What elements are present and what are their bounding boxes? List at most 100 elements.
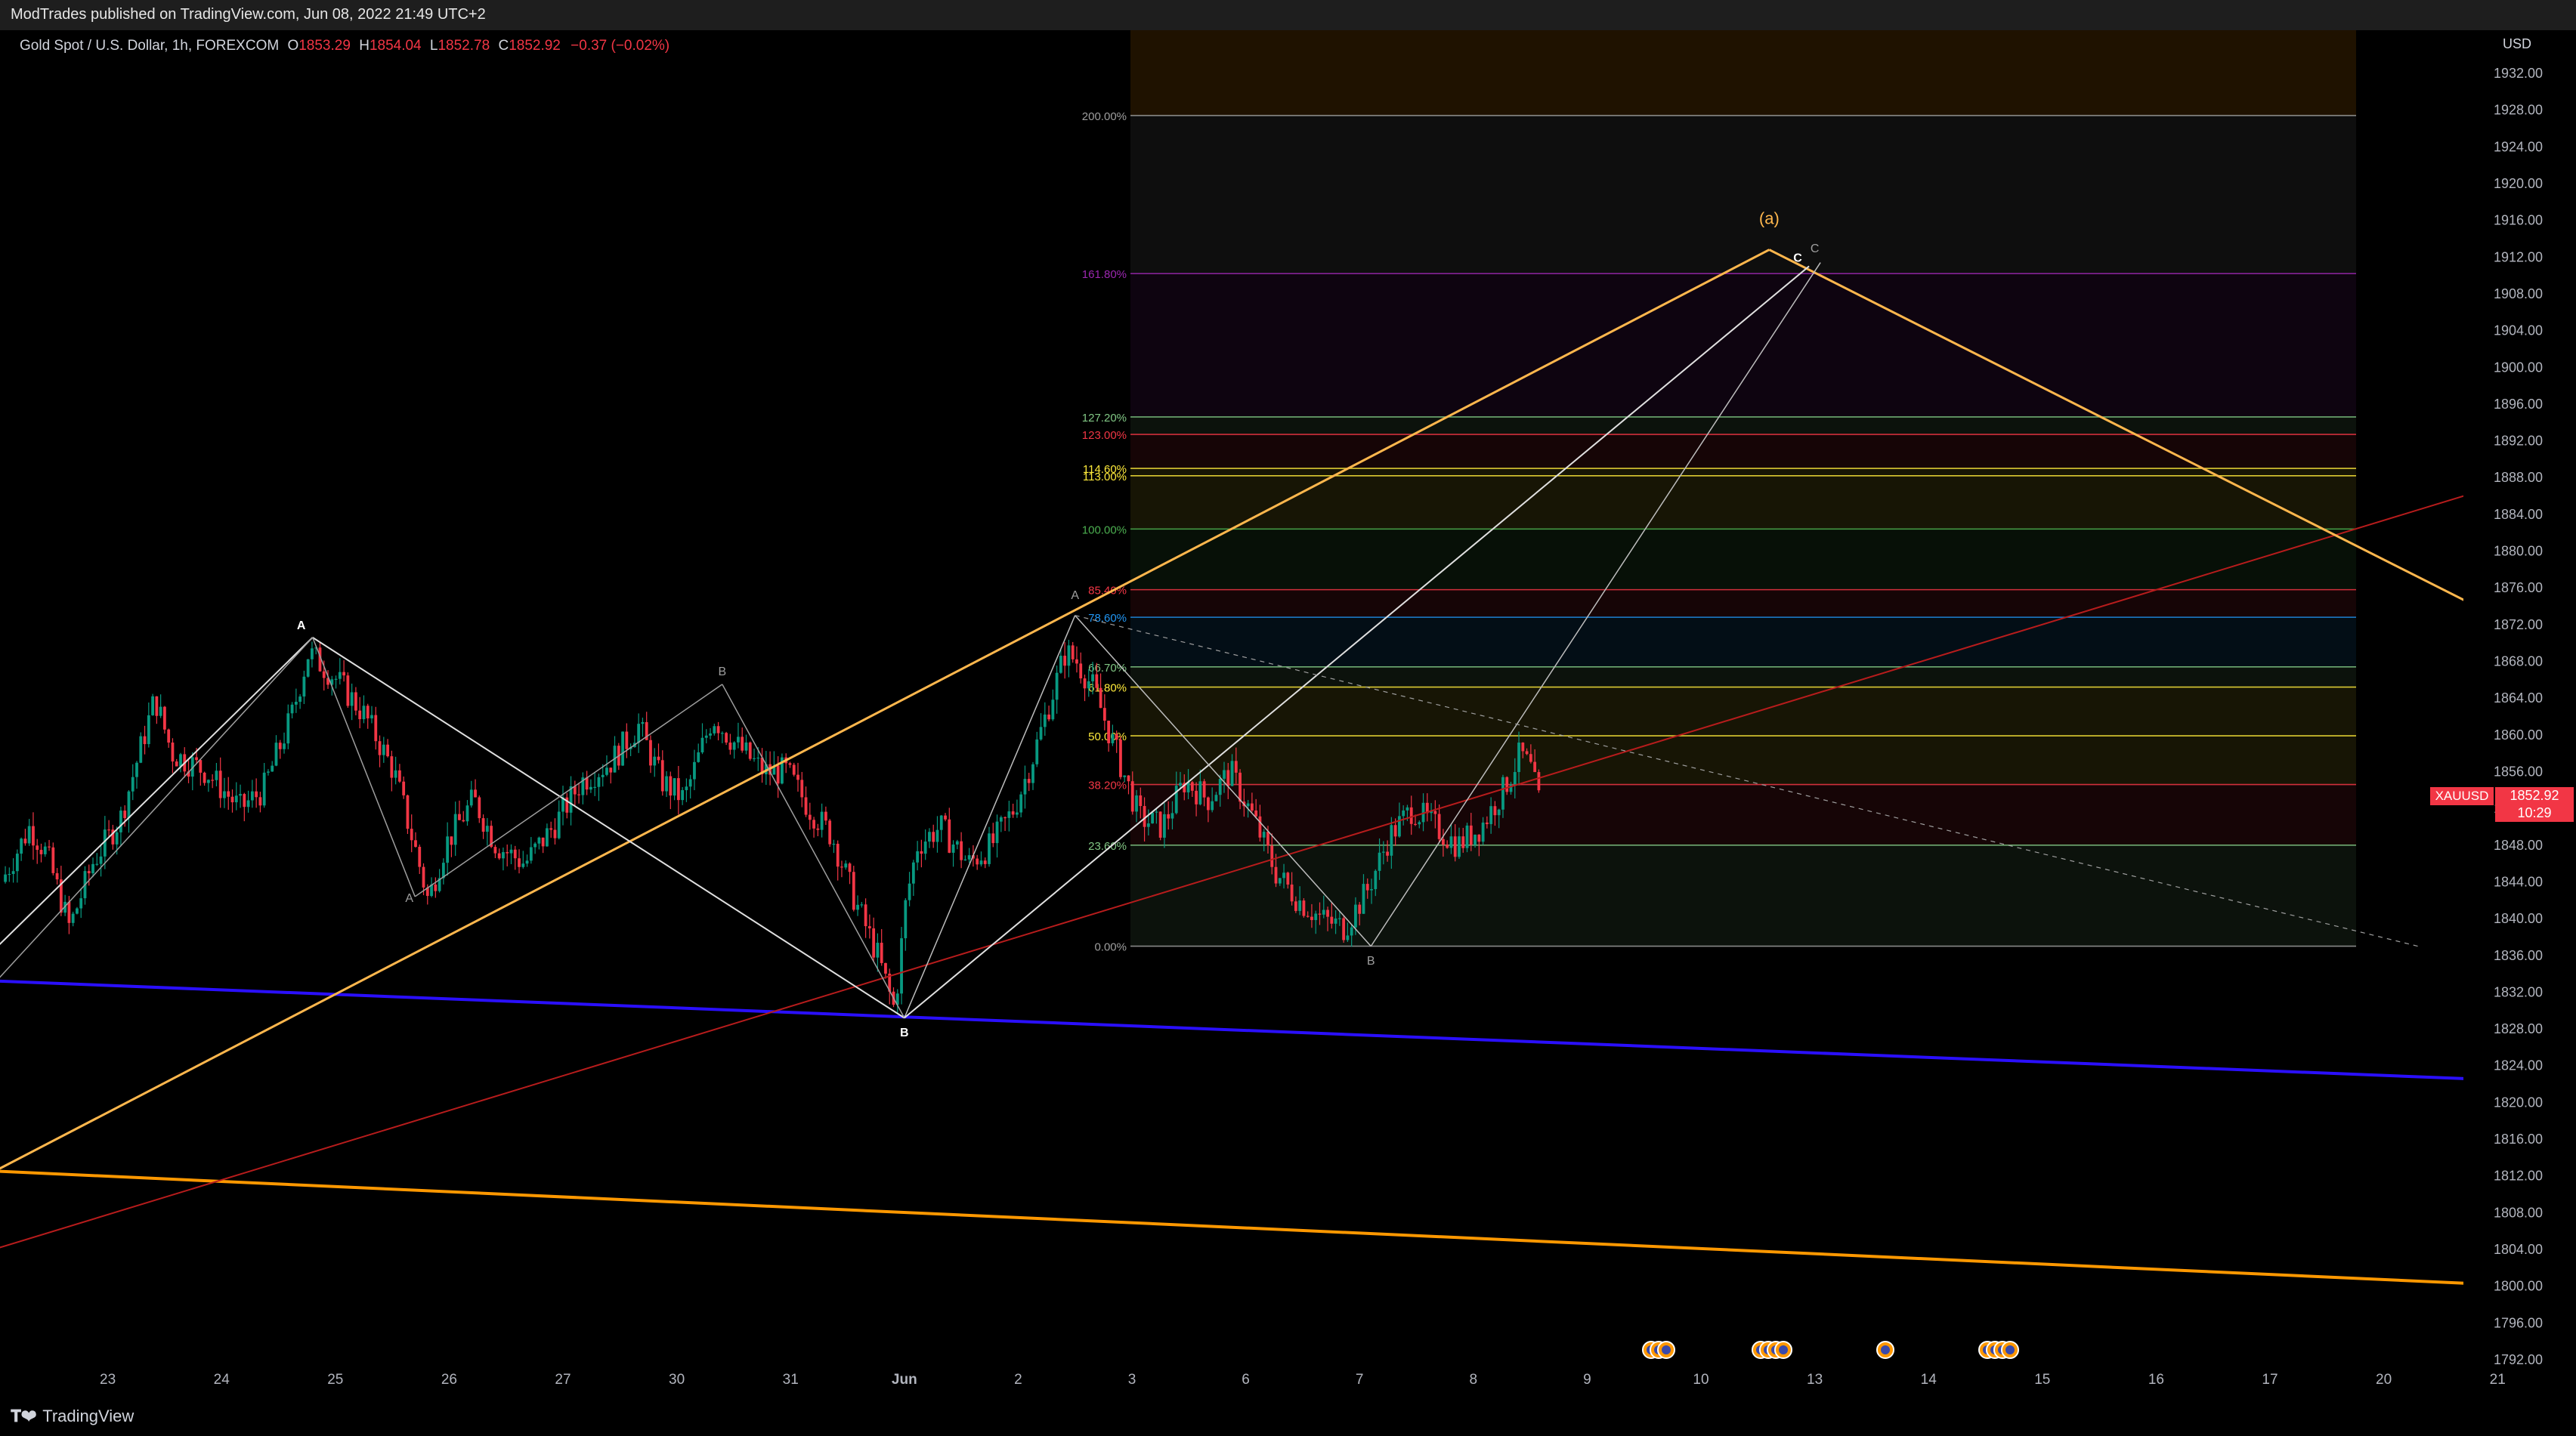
candle-body: [362, 706, 366, 720]
price-axis-tick: 1924.00: [2494, 139, 2543, 154]
candle-body: [888, 973, 892, 992]
candle-body: [872, 928, 876, 958]
candle-body: [904, 900, 908, 939]
candle-body: [338, 672, 342, 679]
candle-body: [955, 841, 959, 845]
candle-body: [920, 851, 923, 854]
candle-body: [737, 737, 740, 743]
price-axis-tick: 1816.00: [2494, 1132, 2543, 1147]
time-axis-tick: 10: [1693, 1372, 1709, 1388]
candle-body: [1167, 814, 1170, 819]
candle-body: [4, 874, 7, 882]
candle-body: [1529, 754, 1532, 762]
legend-high-value: 1854.04: [369, 38, 422, 54]
candle-body: [1174, 786, 1178, 814]
symbol-legend: Gold Spot / U.S. Dollar, 1h, FOREXCOM O1…: [20, 38, 670, 54]
candle-body: [561, 797, 564, 812]
price-axis-tick: 1908.00: [2494, 286, 2543, 301]
candle-body: [557, 811, 561, 838]
price-axis-tick: 1824.00: [2494, 1058, 2543, 1073]
candle-body: [581, 777, 585, 795]
legend-close-label: C: [498, 38, 509, 54]
candle-body: [283, 743, 286, 749]
us-flag-icon: [1771, 1345, 1780, 1354]
price-chart[interactable]: 0.00% 23.60% 38.20% 50.00% 61.80% 66.70% 78.60…: [0, 0, 2576, 1436]
price-axis-tick: 1840.00: [2494, 911, 2543, 926]
price-axis-tick: 1900.00: [2494, 360, 2543, 375]
us-flag-icon: [1881, 1345, 1890, 1354]
candle-body: [972, 855, 975, 859]
candle-body: [306, 659, 310, 677]
candle-body: [95, 863, 99, 865]
candle-body: [748, 742, 752, 759]
candle-body: [1497, 809, 1501, 816]
candle-body: [1354, 904, 1357, 928]
candle-body: [139, 736, 143, 763]
candle-body: [1365, 884, 1369, 891]
candle-body: [1023, 779, 1027, 795]
candle-body: [350, 692, 354, 706]
candle-body: [1469, 825, 1473, 845]
candle-body: [1425, 802, 1429, 814]
candle-body: [239, 794, 242, 796]
candle-body: [828, 820, 832, 845]
price-axis-tick: 1876.00: [2494, 580, 2543, 595]
fib-level-label: 66.70%: [1088, 662, 1127, 675]
candle-body: [1115, 733, 1118, 740]
candle-body: [1146, 823, 1150, 827]
price-axis-tick: 1836.00: [2494, 948, 2543, 963]
grey-wave-line: [904, 615, 1076, 1018]
candle-body: [1250, 803, 1254, 811]
candle-body: [39, 850, 43, 854]
candle-body: [1007, 811, 1011, 818]
time-axis-tick: 13: [1807, 1372, 1823, 1388]
price-axis-tick: 1848.00: [2494, 838, 2543, 853]
candle-body: [1402, 810, 1406, 817]
candle-body: [1163, 814, 1166, 838]
fib-level-label: 85.40%: [1088, 585, 1127, 598]
candle-body: [271, 765, 274, 772]
footer-bar: [0, 1397, 2576, 1436]
candle-body: [939, 815, 943, 830]
candle-body: [171, 743, 175, 762]
candle-body: [645, 721, 648, 740]
candle-body: [509, 849, 513, 854]
bar-countdown: 10:29: [2517, 805, 2552, 820]
economic-event-icon: [1876, 1341, 1894, 1359]
candle-body: [657, 756, 660, 761]
candle-body: [1461, 836, 1465, 848]
fib-zone: [1130, 416, 2356, 435]
candle-body: [1170, 813, 1174, 819]
price-axis-tick: 1868.00: [2494, 654, 2543, 669]
candle-body: [876, 943, 880, 958]
candle-body: [450, 836, 453, 845]
candle-body: [1326, 909, 1329, 917]
wave-label: B: [719, 666, 727, 678]
candle-body: [1207, 797, 1210, 811]
price-axis-tick: 1920.00: [2494, 176, 2543, 191]
candle-body: [935, 829, 939, 842]
candle-body: [462, 820, 465, 822]
candle-body: [518, 858, 521, 867]
candle-body: [1071, 645, 1075, 659]
brand[interactable]: 𝐓❤ TradingView: [11, 1407, 134, 1426]
candle-body: [1318, 913, 1322, 915]
candle-body: [485, 826, 489, 832]
candle-body: [1051, 699, 1055, 720]
candle-body: [832, 843, 836, 845]
grey-wave-line: [0, 637, 314, 978]
economic-event-icon: [1752, 1341, 1770, 1359]
us-flag-icon: [1990, 1345, 1999, 1354]
price-axis-tick: 1888.00: [2494, 470, 2543, 485]
time-axis-tick: 17: [2262, 1372, 2278, 1388]
candle-body: [916, 851, 920, 863]
price-axis-tick: 1892.00: [2494, 434, 2543, 449]
fib-level-label: 61.80%: [1088, 682, 1127, 695]
candle-body: [258, 797, 262, 806]
candle-body: [732, 742, 736, 750]
candle-body: [493, 847, 497, 854]
time-axis-tick: 23: [100, 1372, 116, 1388]
candle-body: [76, 908, 79, 914]
candle-body: [1477, 834, 1481, 842]
blue-trendline: [0, 979, 2510, 1082]
